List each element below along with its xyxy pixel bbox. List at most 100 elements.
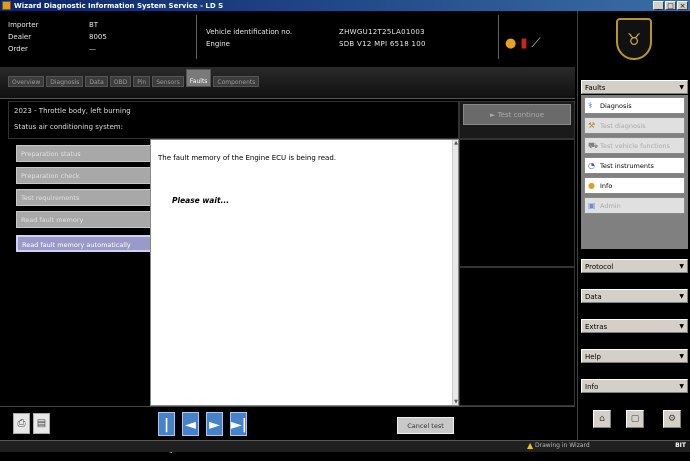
step-item[interactable]: Preparation check [16,167,154,184]
app-icon [2,1,11,10]
minimize-button[interactable]: _ [653,1,664,10]
menu-info[interactable]: Info ▼ [581,379,688,393]
tab-faults[interactable]: Faults [185,69,212,87]
dealer-value: 8005 [89,33,107,41]
battery-clamp-icon[interactable]: ▮ [520,37,527,50]
tab-pin[interactable]: Pin [133,76,151,87]
tab-overview[interactable]: Overview [8,76,45,87]
window-icon[interactable]: ▢ [626,410,644,428]
sidebar: Faults ▼ ⚕ Diagnosis ⚒ Test diagnosis ⛟ … [577,67,690,440]
cancel-test-button[interactable]: Cancel test [397,417,454,434]
maximize-button[interactable]: □ [665,1,676,10]
document-icon[interactable]: ▤ [33,413,50,434]
menu-protocol[interactable]: Protocol ▼ [581,259,688,273]
menu-extras-label: Extras [585,323,608,331]
steps-panel: Preparation status Preparation check Tes… [8,139,154,406]
step-item-current[interactable]: Read fault memory automatically [16,235,154,252]
message-text: The fault memory of the Engine ECU is be… [158,154,336,162]
menu-extras[interactable]: Extras ▼ [581,319,688,333]
submenu-label: Test vehicle functions [600,142,671,150]
tab-diagnosis[interactable]: Diagnosis [46,76,84,87]
fault-status: Status air conditioning system: [14,123,123,131]
lamborghini-logo: ♉ [616,18,652,60]
close-button[interactable]: × [677,1,688,10]
order-label: Order [8,45,28,53]
chevron-down-icon: ▼ [679,353,684,360]
first-page-button[interactable]: |◄ [158,412,175,457]
print-icon[interactable]: ⎙ [13,413,30,434]
warning-icon: ▲ [527,441,534,450]
submenu-label: Diagnosis [600,102,632,110]
submenu-diagnosis[interactable]: ⚕ Diagnosis [584,97,685,114]
probe-icon[interactable]: ⟋ [532,37,541,50]
submenu-label: Info [600,182,613,190]
tab-data[interactable]: Data [85,76,108,87]
vin-label: Vehicle identification no. [206,28,293,36]
message-scrollbar[interactable]: ▲ ▼ [452,140,458,405]
vin-value: ZHWGU12T25LA01003 [339,28,425,36]
divider [498,15,499,59]
chevron-down-icon: ▼ [679,263,684,270]
submenu-label: Admin [600,202,621,210]
side-panel-low [459,267,575,406]
sidebar-bottom-tools: ⌂ ▢ ⚙ [581,405,688,440]
bottom-bar: ⎙ ▤ |◄ ◄ ► ►| Cancel test [0,406,575,457]
submenu-test-diagnosis[interactable]: ⚒ Test diagnosis [584,117,685,134]
taskbar-indicator: BIT [675,442,686,449]
hand-tools-icon[interactable]: ● [505,37,516,50]
tab-bar: Overview Diagnosis Data OBD Pin Sensors … [0,67,575,99]
window-controls: _ □ × [653,1,688,10]
taskbar: ▲ Drawing in Wizard BIT [0,440,690,452]
divider [196,15,197,59]
tool-icons: ● ▮ ⟋ [505,37,541,50]
car-icon: ⛟ [588,141,599,150]
bull-icon: ♉ [626,29,642,49]
stethoscope-icon: ⚕ [588,101,593,110]
submenu-vehicle-functions[interactable]: ⛟ Test vehicle functions [584,137,685,154]
admin-icon: ▣ [588,201,596,210]
chevron-down-icon: ▼ [679,383,684,390]
step-item[interactable]: Read fault memory [16,211,154,228]
menu-info-label: Info [585,383,599,391]
engine-value: SDB V12 MPI 6518 100 [339,40,426,48]
wait-text: Please wait... [172,196,230,205]
previous-button[interactable]: ◄ [182,412,199,436]
submenu-label: Test instruments [600,162,654,170]
menu-help-label: Help [585,353,601,361]
fault-title: 2023 - Throttle body, left burning [14,107,131,115]
order-value: — [89,45,96,53]
next-button[interactable]: ► [206,412,223,436]
submenu-test-instruments[interactable]: ◔ Test instruments [584,157,685,174]
importer-value: BT [89,21,99,29]
submenu-admin[interactable]: ▣ Admin [584,197,685,214]
continue-button[interactable]: ► Test continue [463,104,571,125]
tab-components[interactable]: Components [213,76,260,87]
tab-obd[interactable]: OBD [109,76,132,87]
side-panel-mid [459,139,575,267]
step-item[interactable]: Preparation status [16,145,154,162]
gear-icon[interactable]: ⚙ [663,410,681,428]
fault-header: 2023 - Throttle body, left burning Statu… [8,101,459,139]
last-page-button[interactable]: ►| [230,412,247,436]
faults-submenu: ⚕ Diagnosis ⚒ Test diagnosis ⛟ Test vehi… [581,95,688,249]
bookmark-icon[interactable]: ⌂ [593,410,611,428]
window-title: Wizard Diagnostic Information System Ser… [14,1,224,10]
step-item[interactable]: Test requirements [16,189,154,206]
menu-faults[interactable]: Faults ▼ [581,80,688,94]
menu-protocol-label: Protocol [585,263,614,271]
menu-data[interactable]: Data ▼ [581,289,688,303]
chevron-down-icon: ▼ [679,84,684,91]
window-titlebar: Wizard Diagnostic Information System Ser… [0,0,690,11]
dealer-label: Dealer [8,33,32,41]
menu-help[interactable]: Help ▼ [581,349,688,363]
submenu-info[interactable]: ● Info [584,177,685,194]
submenu-label: Test diagnosis [600,122,646,130]
tab-sensors[interactable]: Sensors [152,76,184,87]
info-icon: ● [588,181,595,190]
gauge-icon: ◔ [588,161,595,170]
brand-logo-box: ♉ [577,11,690,67]
chevron-down-icon: ▼ [679,323,684,330]
hammer-icon: ⚒ [588,121,596,130]
importer-label: Importer [8,21,39,29]
chevron-down-icon: ▼ [679,293,684,300]
